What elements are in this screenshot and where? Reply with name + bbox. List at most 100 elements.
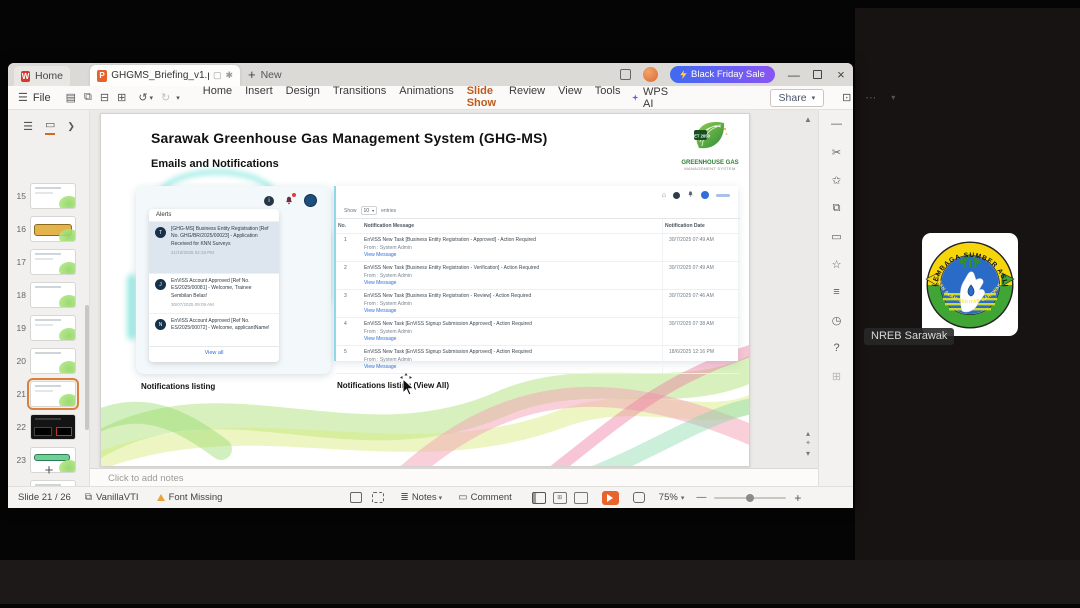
slide-sorter-view-button[interactable]: ⊞	[552, 491, 567, 504]
view-message-link[interactable]: View Message	[364, 336, 660, 342]
zoom-value[interactable]: 75%	[659, 492, 678, 503]
user-avatar-icon[interactable]	[701, 191, 709, 199]
view-message-link[interactable]: View Message	[364, 252, 660, 258]
home-icon[interactable]: ⌂	[662, 192, 666, 199]
print-preview-icon[interactable]: ⊞	[117, 91, 126, 104]
bell-icon[interactable]	[687, 190, 694, 200]
entries-select[interactable]: 10 ▾	[360, 206, 378, 215]
zoom-in-button[interactable]: +	[794, 491, 801, 505]
alert-item-1[interactable]: T [GHG-MS] Business Entity Registration …	[149, 222, 279, 274]
view-all-link[interactable]: View all	[149, 347, 279, 356]
tab-wps-home[interactable]: W Home	[14, 66, 70, 86]
menu-design[interactable]: Design	[285, 83, 321, 113]
collapse-ribbon-icon[interactable]: ▾	[891, 93, 895, 102]
font-missing-label[interactable]: Font Missing	[169, 492, 223, 503]
help-icon[interactable]: ?	[819, 342, 854, 354]
new-tab-button[interactable]: + New	[248, 67, 282, 82]
zoom-slider[interactable]	[714, 493, 787, 502]
table-row[interactable]: 2 EnViSS New Task [Business Entity Regis…	[336, 262, 740, 290]
close-button[interactable]: ×	[834, 67, 848, 82]
table-row[interactable]: 3 EnViSS New Task [Business Entity Regis…	[336, 290, 740, 318]
maximize-button[interactable]	[812, 70, 822, 79]
view-message-link[interactable]: View Message	[364, 364, 660, 370]
fullscreen-icon[interactable]	[632, 492, 645, 503]
thumbnail-row-17[interactable]: 17	[8, 245, 90, 278]
menu-review[interactable]: Review	[508, 83, 546, 113]
slide-nav-icon[interactable]: ✦	[803, 439, 813, 447]
add-slide-button[interactable]: +	[8, 462, 90, 479]
black-friday-sale-button[interactable]: Black Friday Sale	[670, 66, 775, 83]
thumbnail-row-15[interactable]: 15	[8, 179, 90, 212]
jump-to-icon[interactable]	[372, 492, 385, 503]
notes-bar[interactable]: Click to add notes	[90, 468, 818, 486]
thumbnail-row-16[interactable]: 16	[8, 212, 90, 245]
settings-sliders-icon[interactable]: ≡	[819, 286, 854, 298]
theme-name[interactable]: VanillaVTI	[96, 492, 139, 503]
thumbnail-scrollbar[interactable]	[85, 305, 89, 430]
zoom-caret-icon[interactable]: ▾	[681, 494, 685, 502]
undo-caret-icon[interactable]: ▾	[150, 94, 154, 102]
zoom-slider-knob[interactable]	[746, 493, 755, 502]
task-pane-icon[interactable]	[350, 492, 363, 503]
history-clock-icon[interactable]: ◷	[819, 314, 854, 327]
menu-tools[interactable]: Tools	[594, 83, 622, 113]
expand-panel-icon[interactable]: ❯	[67, 121, 75, 132]
effects-icon[interactable]: ✩	[819, 174, 854, 187]
table-row[interactable]: 4 EnViSS New Task [EnViSS Signup Submiss…	[336, 318, 740, 346]
more-options-icon[interactable]: ⋯	[865, 91, 877, 104]
notification-bell-icon[interactable]	[284, 193, 296, 206]
edit-tools-icon[interactable]: ✂	[819, 146, 854, 159]
shapes-icon[interactable]: ⧉	[819, 202, 854, 215]
slideshow-play-button[interactable]	[601, 490, 619, 505]
slide-view-icon[interactable]: ▭	[44, 118, 56, 135]
notebook-icon[interactable]: ⊡	[842, 91, 851, 104]
menu-home[interactable]: Home	[202, 83, 233, 113]
zoom-out-button[interactable]: —	[696, 492, 706, 503]
table-row[interactable]: 5 EnViSS New Task [EnViSS Signup Submiss…	[336, 346, 740, 374]
notes-caret-icon[interactable]: ▾	[439, 494, 443, 502]
normal-view-button[interactable]	[531, 491, 546, 504]
next-slide-arrow[interactable]: ▾	[803, 449, 813, 458]
file-menu[interactable]: File	[32, 90, 52, 106]
profile-avatar-icon[interactable]	[304, 194, 317, 207]
menu-view[interactable]: View	[557, 83, 583, 113]
comment-panel-icon[interactable]: ▭	[819, 230, 854, 243]
collapse-strip-icon[interactable]: —	[819, 118, 854, 130]
history-caret-icon[interactable]: ▾	[176, 94, 180, 102]
view-message-link[interactable]: View Message	[364, 280, 660, 286]
thumbnail-row-22[interactable]: 22	[8, 410, 90, 443]
export-icon[interactable]: ⧉	[84, 91, 92, 104]
thumbnail-row-20[interactable]: 20	[8, 344, 90, 377]
menu-animations[interactable]: Animations	[398, 83, 454, 113]
outline-view-icon[interactable]: ☰	[23, 120, 33, 133]
alert-item-3[interactable]: N EnViSS Account Approved [Ref No. ES/20…	[149, 314, 279, 347]
prev-slide-arrow[interactable]: ▴	[803, 429, 813, 438]
row-message: EnViSS New Task [Business Entity Registr…	[364, 293, 532, 299]
layout-mode-icon[interactable]	[620, 69, 631, 80]
help-icon[interactable]	[673, 191, 680, 199]
slide-canvas[interactable]: Sarawak Greenhouse Gas Management System…	[100, 113, 750, 467]
save-icon[interactable]: ▤	[66, 91, 76, 104]
favorites-icon[interactable]: ☆	[819, 258, 854, 271]
print-icon[interactable]: ⊟	[100, 91, 109, 104]
wps-ai-menu[interactable]: WPS AI	[632, 84, 671, 112]
thumbnail-row-21-active[interactable]: 21	[8, 377, 90, 410]
hamburger-icon[interactable]: ☰	[18, 91, 28, 104]
view-message-link[interactable]: View Message	[364, 308, 660, 314]
thumbnail-row-19[interactable]: 19	[8, 311, 90, 344]
notes-toggle-label[interactable]: Notes	[412, 492, 437, 503]
scroll-up-arrow[interactable]: ▲	[803, 115, 813, 124]
alert-item-2[interactable]: J EnViSS Account Approved [Ref No. ES/20…	[149, 274, 279, 314]
minimize-button[interactable]: —	[787, 68, 801, 82]
menu-slide-show[interactable]: Slide Show	[465, 83, 498, 113]
info-icon[interactable]: i	[264, 195, 274, 206]
menu-transitions[interactable]: Transitions	[332, 83, 387, 113]
menu-insert[interactable]: Insert	[244, 83, 274, 113]
undo-icon[interactable]: ↺	[138, 91, 147, 104]
thumbnail-row-18[interactable]: 18	[8, 278, 90, 311]
reading-view-button[interactable]	[573, 491, 588, 504]
user-avatar[interactable]	[643, 67, 658, 82]
table-row[interactable]: 1 EnViSS New Task [Business Entity Regis…	[336, 234, 740, 262]
comment-label[interactable]: Comment	[471, 492, 512, 503]
share-button[interactable]: Share ▾	[769, 88, 825, 107]
